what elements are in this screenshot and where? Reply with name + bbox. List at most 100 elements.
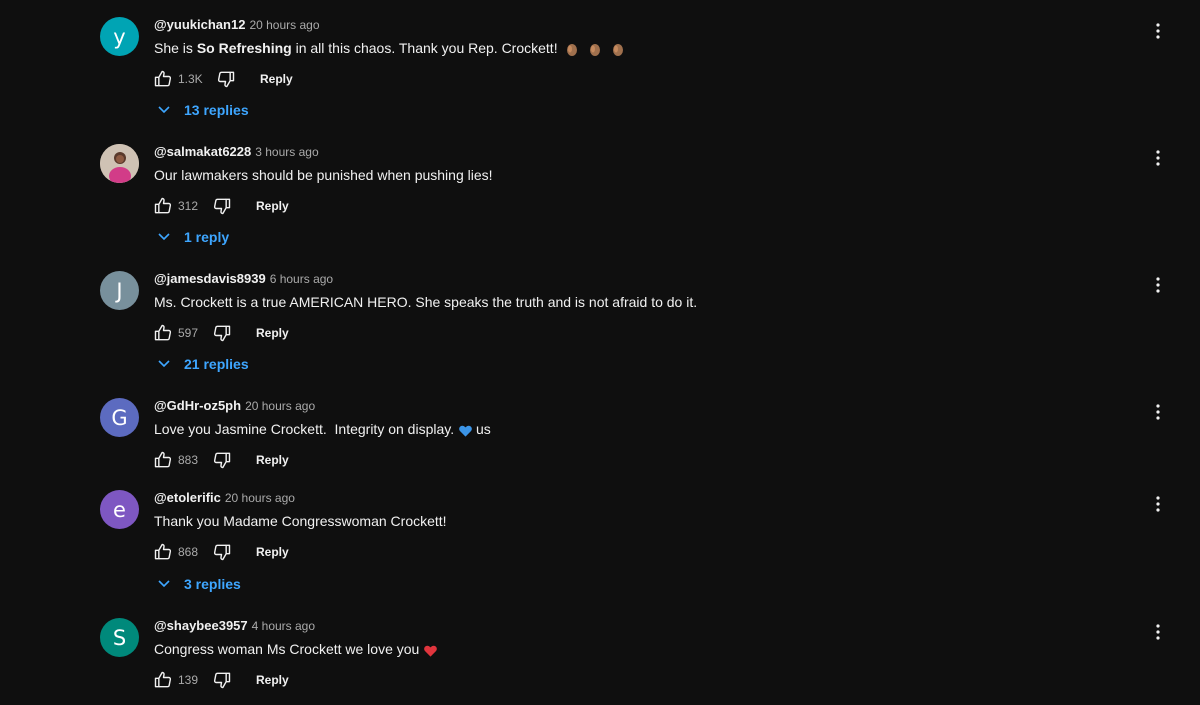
- like-button[interactable]: [151, 668, 175, 692]
- view-replies-button[interactable]: 13 replies: [156, 98, 249, 122]
- reply-button[interactable]: Reply: [256, 540, 289, 564]
- thumbs-down-icon: [213, 544, 231, 561]
- like-count: 597: [178, 326, 199, 340]
- thumbs-up-icon: [154, 70, 172, 87]
- comment-author[interactable]: @GdHr-oz5ph: [154, 398, 241, 413]
- more-actions-button[interactable]: [1146, 19, 1170, 43]
- more-actions-button[interactable]: [1146, 146, 1170, 170]
- thumbs-down-icon: [213, 452, 231, 469]
- more-vert-icon: [1156, 150, 1160, 166]
- more-vert-icon: [1156, 23, 1160, 39]
- thumbs-down-icon: [217, 71, 235, 88]
- comment-time[interactable]: 6 hours ago: [270, 272, 333, 286]
- reply-button[interactable]: Reply: [260, 67, 293, 91]
- comment-text-part: Ms. Crockett is a true AMERICAN HERO. Sh…: [154, 294, 698, 310]
- comment-author[interactable]: @etolerific: [154, 490, 221, 505]
- thumbs-down-icon: [213, 325, 231, 342]
- avatar[interactable]: y: [100, 17, 139, 56]
- more-actions-button[interactable]: [1146, 492, 1170, 516]
- dislike-button[interactable]: [210, 540, 234, 564]
- like-count: 312: [178, 199, 199, 213]
- blue-heart-icon: [459, 425, 472, 437]
- more-actions-button[interactable]: [1146, 273, 1170, 297]
- view-replies-button[interactable]: 3 replies: [156, 572, 241, 596]
- dislike-button[interactable]: [214, 67, 238, 91]
- dislike-button[interactable]: [210, 321, 234, 345]
- comment-text-part: She is: [154, 40, 197, 56]
- avatar[interactable]: e: [100, 490, 139, 529]
- comment-time[interactable]: 4 hours ago: [252, 619, 315, 633]
- like-button[interactable]: [151, 321, 175, 345]
- avatar[interactable]: J: [100, 271, 139, 310]
- more-actions-button[interactable]: [1146, 620, 1170, 644]
- more-vert-icon: [1156, 277, 1160, 293]
- like-count: 883: [178, 453, 199, 467]
- comment-author[interactable]: @jamesdavis8939: [154, 271, 266, 286]
- comment-author[interactable]: @salmakat6228: [154, 144, 251, 159]
- thumbs-down-icon: [213, 198, 231, 215]
- clapping-hands-icon: [590, 44, 601, 57]
- avatar[interactable]: G: [100, 398, 139, 437]
- replies-label: 21 replies: [184, 356, 249, 372]
- comment-time[interactable]: 20 hours ago: [249, 18, 319, 32]
- avatar-letter: y: [113, 24, 126, 49]
- thumbs-up-icon: [154, 671, 172, 688]
- like-button[interactable]: [151, 67, 175, 91]
- comment-text-part: Our lawmakers should be punished when pu…: [154, 167, 493, 183]
- thumbs-down-icon: [213, 672, 231, 689]
- reply-button[interactable]: Reply: [256, 668, 289, 692]
- avatar-letter: J: [116, 278, 123, 303]
- clapping-hands-icon: [613, 44, 624, 57]
- avatar[interactable]: S: [100, 618, 139, 657]
- replies-label: 1 reply: [184, 229, 230, 245]
- view-replies-button[interactable]: 21 replies: [156, 352, 249, 376]
- avatar-letter: e: [113, 497, 126, 522]
- comment-text: Ms. Crockett is a true AMERICAN HERO. Sh…: [154, 293, 1180, 312]
- comment-text-part: Thank you Madame Congresswoman Crockett!: [154, 513, 447, 529]
- reply-button[interactable]: Reply: [256, 194, 289, 218]
- dislike-button[interactable]: [210, 448, 234, 472]
- view-replies-button[interactable]: 1 reply: [156, 225, 229, 249]
- comment-text: Congress woman Ms Crockett we love you: [154, 640, 1180, 659]
- red-heart-icon: [424, 645, 438, 657]
- reply-button[interactable]: Reply: [256, 448, 289, 472]
- dislike-button[interactable]: [210, 194, 234, 218]
- comment-text: Our lawmakers should be punished when pu…: [154, 166, 1180, 185]
- avatar[interactable]: [100, 144, 139, 183]
- chevron-down-icon: [158, 360, 170, 368]
- profile-photo-icon: [100, 144, 139, 183]
- like-count: 1.3K: [178, 72, 203, 86]
- comment-text-bold: So Refreshing: [196, 40, 292, 56]
- comment-text-part: Love you Jasmine Crockett. Integrity on …: [154, 421, 458, 437]
- more-actions-button[interactable]: [1146, 400, 1170, 424]
- comment-time[interactable]: 20 hours ago: [245, 399, 315, 413]
- like-button[interactable]: [151, 194, 175, 218]
- comment-time[interactable]: 3 hours ago: [255, 145, 318, 159]
- avatar-letter: G: [111, 405, 128, 430]
- like-count: 868: [178, 545, 199, 559]
- comment-text-part: us: [476, 421, 491, 437]
- comment-author[interactable]: @shaybee3957: [154, 618, 248, 633]
- comment-text: Thank you Madame Congresswoman Crockett!: [154, 512, 1180, 531]
- thumbs-up-icon: [154, 197, 172, 214]
- chevron-down-icon: [158, 580, 170, 588]
- comment-time[interactable]: 20 hours ago: [225, 491, 295, 505]
- thumbs-up-icon: [154, 543, 172, 560]
- chevron-down-icon: [158, 233, 170, 241]
- like-button[interactable]: [151, 448, 175, 472]
- comment-author[interactable]: @yuukichan12: [154, 17, 245, 32]
- comment-text-part: in all this chaos. Thank you Rep. Crocke…: [291, 40, 558, 56]
- dislike-button[interactable]: [210, 668, 234, 692]
- more-vert-icon: [1156, 624, 1160, 640]
- avatar-letter: S: [112, 625, 127, 650]
- chevron-down-icon: [158, 106, 170, 114]
- reply-button[interactable]: Reply: [256, 321, 289, 345]
- replies-label: 3 replies: [184, 576, 241, 592]
- like-count: 139: [178, 673, 199, 687]
- comment-text-part: Congress woman Ms Crockett we love you: [154, 641, 424, 657]
- clapping-hands-icon: [567, 44, 578, 57]
- comment-text: She is So Refreshing in all this chaos. …: [154, 39, 1180, 58]
- like-button[interactable]: [151, 540, 175, 564]
- more-vert-icon: [1156, 404, 1160, 420]
- more-vert-icon: [1156, 496, 1160, 512]
